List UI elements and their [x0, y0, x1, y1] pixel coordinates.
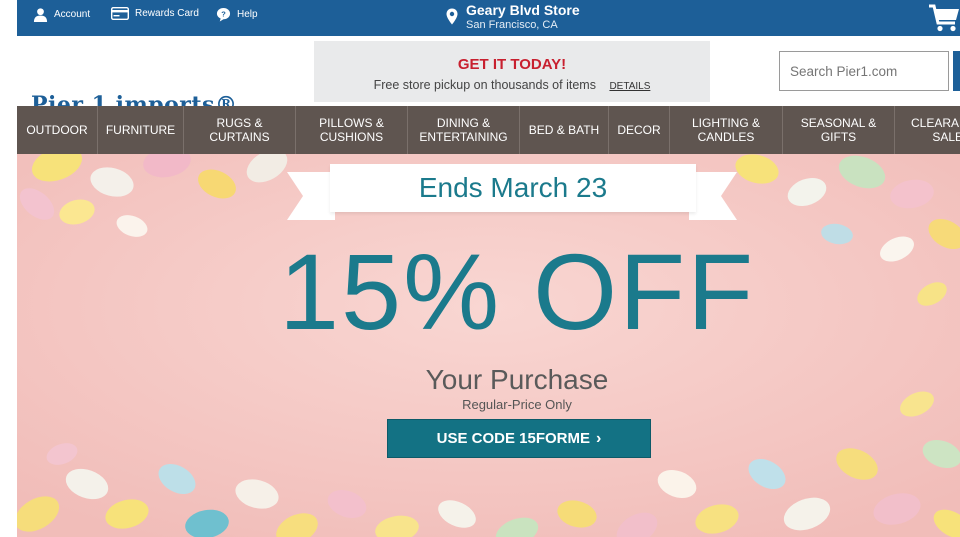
pier1-logo[interactable]: Pier 1 imports® — [31, 92, 237, 106]
promo-code-button[interactable]: USE CODE 15FORME › — [387, 419, 651, 458]
help-icon: ? — [216, 7, 231, 22]
pickup-promo-banner: GET IT TODAY! Free store pickup on thous… — [314, 41, 710, 102]
credit-card-icon — [111, 7, 129, 20]
store-name: Geary Blvd Store — [466, 2, 580, 18]
chevron-right-icon: › — [596, 429, 602, 447]
discount-fineprint: Regular-Price Only — [462, 397, 572, 412]
store-selector[interactable]: Geary Blvd Store San Francisco, CA — [446, 2, 580, 32]
page: Account Rewards Card ? Help Geary Blvd S… — [0, 0, 960, 537]
help-link[interactable]: ? Help — [216, 7, 258, 22]
nav-dining-entertaining[interactable]: DINING & ENTERTAINING — [408, 106, 520, 154]
svg-text:?: ? — [221, 10, 226, 19]
shopping-cart-icon — [929, 4, 959, 32]
site-header: Pier 1 imports® GET IT TODAY! Free store… — [17, 36, 960, 106]
nav-rugs-curtains[interactable]: RUGS & CURTAINS — [184, 106, 296, 154]
nav-seasonal-gifts[interactable]: SEASONAL & GIFTS — [783, 106, 895, 154]
help-label: Help — [237, 9, 258, 20]
nav-pillows-cushions[interactable]: PILLOWS & CUSHIONS — [296, 106, 408, 154]
cart-button[interactable] — [928, 2, 960, 34]
account-icon — [33, 8, 48, 22]
discount-headline: 15% OFF — [278, 231, 756, 352]
nav-lighting-candles[interactable]: LIGHTING & CANDLES — [670, 106, 783, 154]
ribbon-tail-left — [287, 172, 335, 220]
discount-subhead: Your Purchase — [425, 364, 609, 395]
rewards-card-link[interactable]: Rewards Card — [111, 7, 199, 20]
promo-details-link[interactable]: DETAILS — [609, 81, 650, 92]
search-input[interactable] — [779, 51, 949, 91]
store-city: San Francisco, CA — [466, 19, 558, 31]
search-button[interactable] — [953, 51, 960, 91]
ends-date-ribbon: Ends March 23 — [330, 164, 696, 212]
promo-code-label: USE CODE 15FORME — [436, 430, 591, 447]
nav-decor[interactable]: DECOR — [609, 106, 670, 154]
nav-outdoor[interactable]: OUTDOOR — [17, 106, 98, 154]
rewards-label: Rewards Card — [135, 8, 199, 19]
nav-furniture[interactable]: FURNITURE — [98, 106, 184, 154]
utility-bar: Account Rewards Card ? Help Geary Blvd S… — [17, 0, 960, 36]
nav-clearance-sale[interactable]: CLEARANCE SALE — [895, 106, 960, 154]
location-pin-icon — [446, 8, 458, 25]
hero-banner[interactable]: Ends March 23 15% OFF Your Purchase Regu… — [17, 154, 960, 537]
promo-text-line: Free store pickup on thousands of items … — [314, 78, 710, 92]
nav-bed-bath[interactable]: BED & BATH — [520, 106, 609, 154]
promo-text: Free store pickup on thousands of items — [373, 78, 596, 92]
account-label: Account — [54, 9, 91, 20]
ribbon-tail-right — [689, 172, 737, 220]
account-link[interactable]: Account — [33, 7, 90, 22]
main-nav: OUTDOOR FURNITURE RUGS & CURTAINS PILLOW… — [17, 106, 960, 154]
promo-title: GET IT TODAY! — [457, 56, 567, 73]
